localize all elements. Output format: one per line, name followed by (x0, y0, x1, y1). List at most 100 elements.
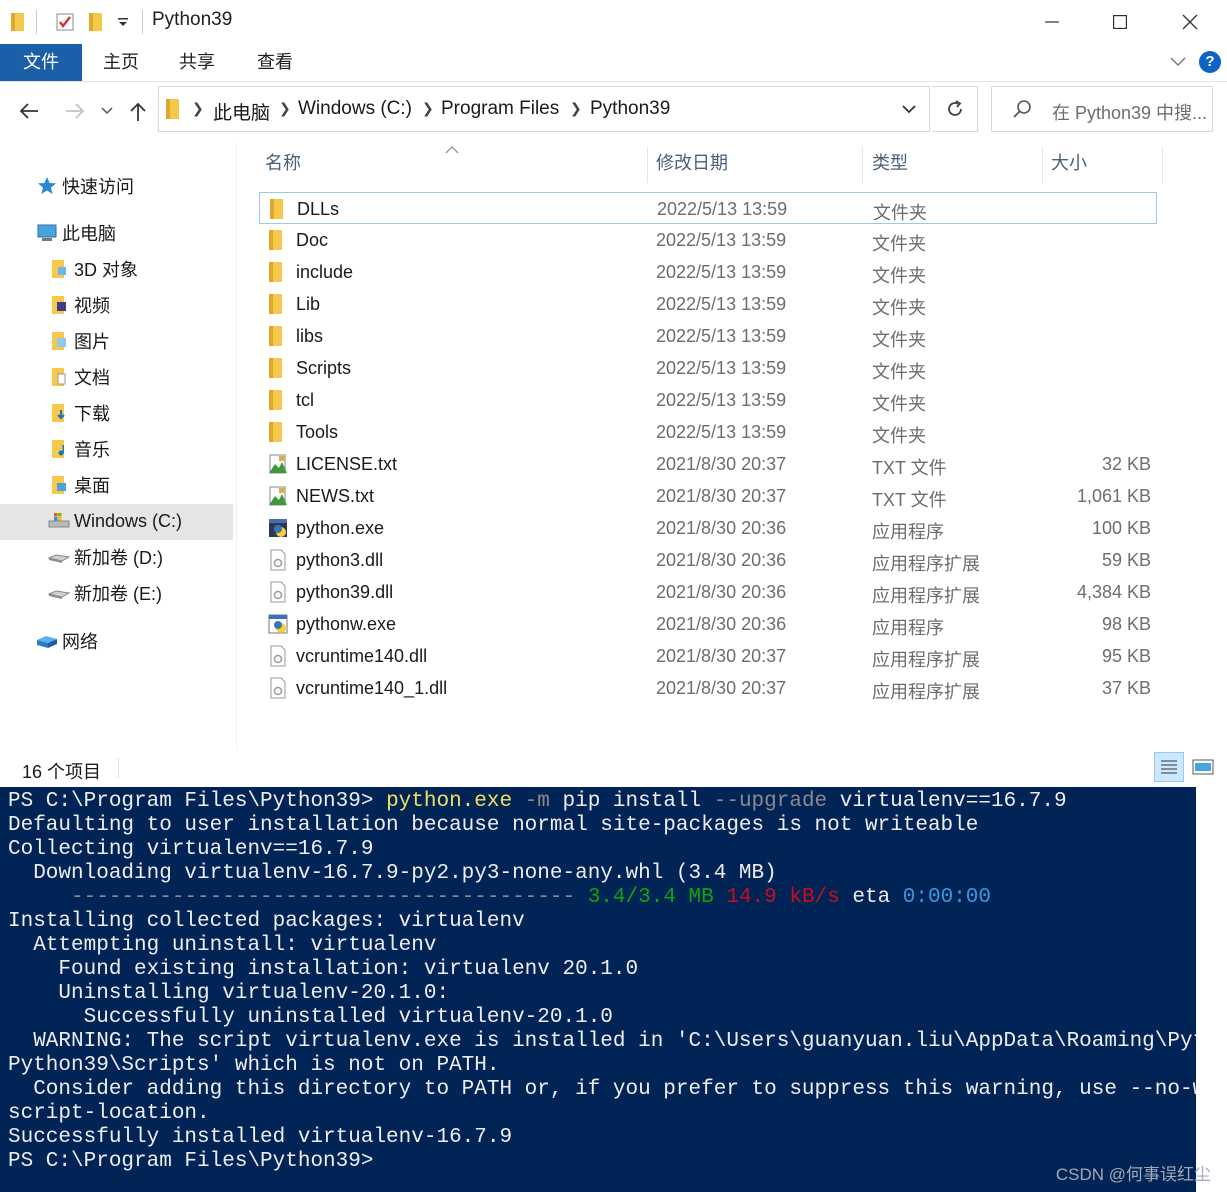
file-size: 95 KB (1101, 646, 1151, 666)
nav-item-quick-access[interactable]: 快速访问 (36, 169, 134, 203)
folder-icon (267, 325, 289, 347)
nav-item-pictures[interactable]: 图片 (48, 324, 110, 358)
breadcrumb-separator[interactable]: ❯ (192, 100, 204, 117)
terminal-line: Successfully installed virtualenv-16.7.9 (8, 1126, 513, 1149)
nav-item-3d-objects[interactable]: 3D 对象 (48, 252, 138, 286)
forward-button[interactable] (60, 96, 90, 126)
maximize-button[interactable] (1086, 0, 1154, 44)
file-row[interactable]: libs 2022/5/13 13:59 文件夹 (259, 320, 1157, 352)
minimize-button[interactable] (1018, 0, 1086, 44)
search-input[interactable]: 在 Python39 中搜... (991, 86, 1213, 132)
breadcrumb-python39[interactable]: Python39 (590, 98, 670, 120)
nav-item-volume-e[interactable]: 新加卷 (E:) (48, 576, 162, 610)
breadcrumb-separator[interactable]: ❯ (279, 100, 291, 117)
recent-locations-button[interactable] (98, 96, 116, 126)
file-row[interactable]: Lib 2022/5/13 13:59 文件夹 (259, 288, 1157, 320)
address-history-dropdown[interactable] (901, 102, 917, 120)
star-icon (36, 175, 58, 197)
file-type: 应用程序 (872, 618, 944, 638)
file-name: NEWS.txt (296, 486, 375, 506)
file-name: Tools (296, 422, 339, 442)
column-header-size[interactable]: 大小 (1051, 143, 1087, 183)
file-row[interactable]: python39.dll 2021/8/30 20:36 应用程序扩展 4,384 K… (259, 576, 1157, 608)
nav-item-desktop[interactable]: 桌面 (48, 468, 110, 502)
file-row[interactable]: tcl 2022/5/13 13:59 文件夹 (259, 384, 1157, 416)
terminal-line: ----------------------------------------… (8, 886, 991, 909)
nav-item-network[interactable]: 网络 (36, 624, 98, 658)
column-header-name[interactable]: 名称 (265, 143, 301, 183)
nav-item-downloads[interactable]: 下载 (48, 396, 110, 430)
documents-folder-icon (48, 366, 70, 388)
details-view-button[interactable] (1154, 752, 1184, 782)
terminal-line: Found existing installation: virtualenv … (8, 958, 639, 981)
file-type: TXT 文件 (872, 458, 947, 478)
file-name: python3.dll (296, 550, 384, 570)
file-row[interactable]: vcruntime140.dll 2021/8/30 20:37 应用程序扩展 95 … (259, 640, 1157, 672)
file-row[interactable]: python.exe 2021/8/30 20:36 应用程序 100 KB (259, 512, 1157, 544)
file-size: 100 KB (1091, 518, 1151, 538)
file-row[interactable]: python3.dll 2021/8/30 20:36 应用程序扩展 59 KB (259, 544, 1157, 576)
file-date: 2021/8/30 20:37 (656, 486, 787, 506)
nav-item-videos[interactable]: 视频 (48, 288, 110, 322)
file-name: tcl (296, 390, 314, 410)
new-folder-icon[interactable] (84, 10, 108, 34)
file-date: 2022/5/13 13:59 (657, 199, 788, 219)
properties-icon[interactable] (52, 10, 78, 34)
file-row[interactable]: pythonw.exe 2021/8/30 20:36 应用程序 98 KB (259, 608, 1157, 640)
tab-view[interactable]: 查看 (250, 44, 300, 81)
file-date: 2021/8/30 20:37 (656, 678, 787, 698)
file-row[interactable]: vcruntime140_1.dll 2021/8/30 20:37 应用程序扩展 3… (259, 672, 1157, 704)
breadcrumb-windows-c[interactable]: Windows (C:) (298, 98, 412, 120)
drive-icon (48, 546, 70, 568)
file-size: 4,384 KB (1076, 582, 1151, 602)
nav-item-volume-d[interactable]: 新加卷 (D:) (48, 540, 163, 574)
nav-item-this-pc[interactable]: 此电脑 (36, 216, 116, 250)
back-button[interactable] (14, 96, 44, 126)
close-button[interactable] (1156, 0, 1224, 44)
ribbon-expand-button[interactable] (1169, 52, 1187, 75)
breadcrumb-this-pc[interactable]: 此电脑 (213, 98, 270, 125)
tab-share[interactable]: 共享 (172, 44, 222, 81)
file-row[interactable]: NEWS.txt 2021/8/30 20:37 TXT 文件 1,061 KB (259, 480, 1157, 512)
help-button[interactable]: ? (1199, 51, 1221, 73)
folder-icon (267, 229, 289, 251)
file-date: 2022/5/13 13:59 (656, 262, 787, 282)
up-button[interactable] (124, 96, 152, 126)
column-header-type[interactable]: 类型 (872, 143, 908, 183)
column-header-date[interactable]: 修改日期 (656, 143, 728, 183)
chevron-down-icon (902, 105, 916, 114)
breadcrumb-separator[interactable]: ❯ (570, 100, 582, 117)
breadcrumb-separator[interactable]: ❯ (422, 100, 434, 117)
file-type: TXT 文件 (872, 490, 947, 510)
nav-item-windows-c[interactable]: Windows (C:) (48, 504, 182, 538)
address-bar[interactable]: ❯ 此电脑 ❯ Windows (C:) ❯ Program Files ❯ P… (158, 86, 930, 132)
arrow-left-icon (19, 103, 38, 119)
file-row[interactable]: LICENSE.txt 2021/8/30 20:37 TXT 文件 32 KB (259, 448, 1157, 480)
nav-item-music[interactable]: 音乐 (48, 432, 110, 466)
file-row[interactable]: Scripts 2022/5/13 13:59 文件夹 (259, 352, 1157, 384)
folder-icon (165, 98, 181, 125)
breadcrumb-program-files[interactable]: Program Files (441, 98, 559, 120)
close-icon (1182, 14, 1198, 30)
file-row[interactable]: include 2022/5/13 13:59 文件夹 (259, 256, 1157, 288)
text-file-icon (267, 485, 289, 507)
customize-toolbar-icon[interactable] (114, 10, 132, 34)
file-type: 文件夹 (872, 298, 926, 318)
terminal-line: Collecting virtualenv==16.7.9 (8, 838, 374, 861)
folder-icon (8, 10, 28, 34)
file-date: 2021/8/30 20:36 (656, 582, 787, 602)
tab-home[interactable]: 主页 (96, 44, 146, 81)
powershell-terminal[interactable]: PS C:\Program Files\Python39> python.exe… (0, 787, 1196, 1192)
tab-file[interactable]: 文件 (0, 44, 82, 81)
nav-item-documents[interactable]: 文档 (48, 360, 110, 394)
file-date: 2021/8/30 20:36 (656, 550, 787, 570)
file-date: 2021/8/30 20:37 (656, 646, 787, 666)
file-row[interactable]: DLLs 2022/5/13 13:59 文件夹 (259, 192, 1157, 224)
navigation-pane: 快速访问 此电脑 3D 对象 视频 图片 文档 下载 音乐 桌面 Windows… (0, 143, 237, 750)
file-row[interactable]: Doc 2022/5/13 13:59 文件夹 (259, 224, 1157, 256)
refresh-button[interactable] (932, 86, 978, 132)
file-row[interactable]: Tools 2022/5/13 13:59 文件夹 (259, 416, 1157, 448)
large-icons-view-button[interactable] (1188, 752, 1218, 782)
background-strip (1196, 787, 1227, 1192)
item-count: 16 个项目 (22, 762, 102, 782)
